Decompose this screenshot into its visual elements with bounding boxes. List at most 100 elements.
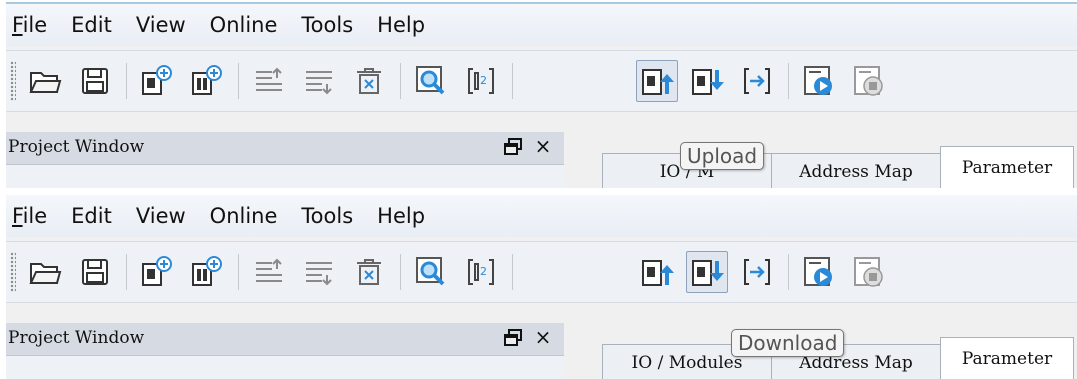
toolbar-separator: [238, 63, 239, 99]
move-up-icon: [256, 258, 282, 282]
transfer-icon: [744, 259, 770, 285]
toolbar-grip[interactable]: [10, 252, 16, 292]
tab-strip: IO / M Address Map Parameter: [564, 132, 1077, 188]
float-window-icon[interactable]: [501, 327, 525, 349]
move-up-icon: [256, 67, 282, 91]
screenshot-divider: [0, 189, 1077, 194]
io-mapping-button[interactable]: 2: [460, 251, 502, 293]
add-device-button[interactable]: [136, 251, 178, 293]
project-window-title: Project Window: [8, 328, 145, 348]
project-window: Project Window ×: [6, 323, 564, 379]
tab-parameter[interactable]: Parameter: [940, 146, 1074, 188]
stop-icon: [854, 257, 883, 287]
menu-file[interactable]: File: [6, 13, 59, 37]
menu-online[interactable]: Online: [198, 13, 290, 37]
toolbar-separator: [400, 254, 401, 290]
add-module-button[interactable]: [186, 60, 228, 102]
open-folder-icon: [29, 263, 62, 284]
project-window-header: Project Window ×: [6, 323, 564, 356]
menu-tools[interactable]: Tools: [289, 13, 365, 37]
menu-file-rest: ile: [22, 204, 48, 228]
tooltip-upload: Upload: [680, 142, 765, 170]
app-window-upload: File Edit View Online Tools Help 2 Proje…: [6, 4, 1077, 188]
run-icon: [804, 66, 832, 95]
menu-bar: File Edit View Online Tools Help: [6, 195, 1077, 237]
download-button[interactable]: [686, 60, 728, 102]
menu-view[interactable]: View: [124, 13, 198, 37]
open-button[interactable]: [24, 251, 66, 293]
stop-button[interactable]: [848, 60, 890, 102]
tooltip-download: Download: [731, 329, 845, 357]
io-mapping-icon: 2: [468, 68, 494, 94]
transfer-button[interactable]: [736, 60, 778, 102]
upload-icon: [642, 260, 674, 286]
float-window-icon[interactable]: [501, 136, 525, 158]
menu-file-rest: ile: [22, 13, 48, 37]
add-module-icon: [192, 256, 222, 286]
stop-button[interactable]: [848, 251, 890, 293]
upload-button[interactable]: [636, 60, 678, 102]
menu-edit[interactable]: Edit: [59, 13, 124, 37]
toolbar-separator: [512, 254, 513, 290]
add-device-icon: [142, 256, 172, 286]
run-button[interactable]: [798, 251, 840, 293]
move-down-icon: [306, 71, 332, 95]
scan-button[interactable]: [410, 251, 452, 293]
run-icon: [804, 257, 832, 286]
upload-button[interactable]: [636, 251, 678, 293]
run-button[interactable]: [798, 60, 840, 102]
menu-edit[interactable]: Edit: [59, 204, 124, 228]
menu-online[interactable]: Online: [198, 204, 290, 228]
move-up-button[interactable]: [248, 60, 290, 102]
transfer-button[interactable]: [736, 251, 778, 293]
save-icon: [82, 68, 108, 94]
close-icon[interactable]: ×: [531, 325, 555, 349]
save-button[interactable]: [74, 251, 116, 293]
tab-parameter[interactable]: Parameter: [940, 337, 1074, 379]
svg-text:2: 2: [480, 74, 487, 87]
delete-button[interactable]: [348, 251, 390, 293]
delete-button[interactable]: [348, 60, 390, 102]
move-down-button[interactable]: [298, 60, 340, 102]
menu-tools[interactable]: Tools: [289, 204, 365, 228]
project-window: Project Window ×: [6, 132, 564, 188]
add-module-button[interactable]: [186, 251, 228, 293]
add-device-button[interactable]: [136, 60, 178, 102]
save-button[interactable]: [74, 60, 116, 102]
open-folder-icon: [29, 72, 62, 93]
menu-help[interactable]: Help: [365, 13, 437, 37]
move-down-button[interactable]: [298, 251, 340, 293]
add-module-icon: [192, 65, 222, 95]
tab-address-map[interactable]: Address Map: [771, 153, 941, 188]
project-window-header: Project Window ×: [6, 132, 564, 165]
menu-file-mnemonic: F: [12, 204, 23, 228]
delete-icon: [357, 259, 381, 285]
menu-view[interactable]: View: [124, 204, 198, 228]
menu-help[interactable]: Help: [365, 204, 437, 228]
toolbar-separator: [512, 63, 513, 99]
move-up-button[interactable]: [248, 251, 290, 293]
project-window-title: Project Window: [8, 137, 145, 157]
toolbar-separator: [126, 254, 127, 290]
scan-button[interactable]: [410, 60, 452, 102]
toolbar-separator: [400, 63, 401, 99]
app-window-download: File Edit View Online Tools Help 2 Proje…: [6, 195, 1077, 379]
scan-icon: [416, 66, 445, 95]
delete-icon: [357, 68, 381, 94]
toolbar-grip[interactable]: [10, 61, 16, 101]
scan-icon: [416, 257, 445, 286]
menu-file[interactable]: File: [6, 204, 59, 228]
download-button[interactable]: [686, 251, 728, 293]
save-icon: [82, 259, 108, 285]
upload-icon: [642, 69, 674, 95]
svg-text:2: 2: [480, 265, 487, 278]
toolbar: 2: [6, 50, 1077, 112]
io-mapping-button[interactable]: 2: [460, 60, 502, 102]
menu-file-mnemonic: F: [12, 13, 23, 37]
download-icon: [692, 69, 724, 95]
menu-bar: File Edit View Online Tools Help: [6, 4, 1077, 46]
stop-icon: [854, 66, 883, 96]
transfer-icon: [744, 68, 770, 94]
close-icon[interactable]: ×: [531, 134, 555, 158]
open-button[interactable]: [24, 60, 66, 102]
